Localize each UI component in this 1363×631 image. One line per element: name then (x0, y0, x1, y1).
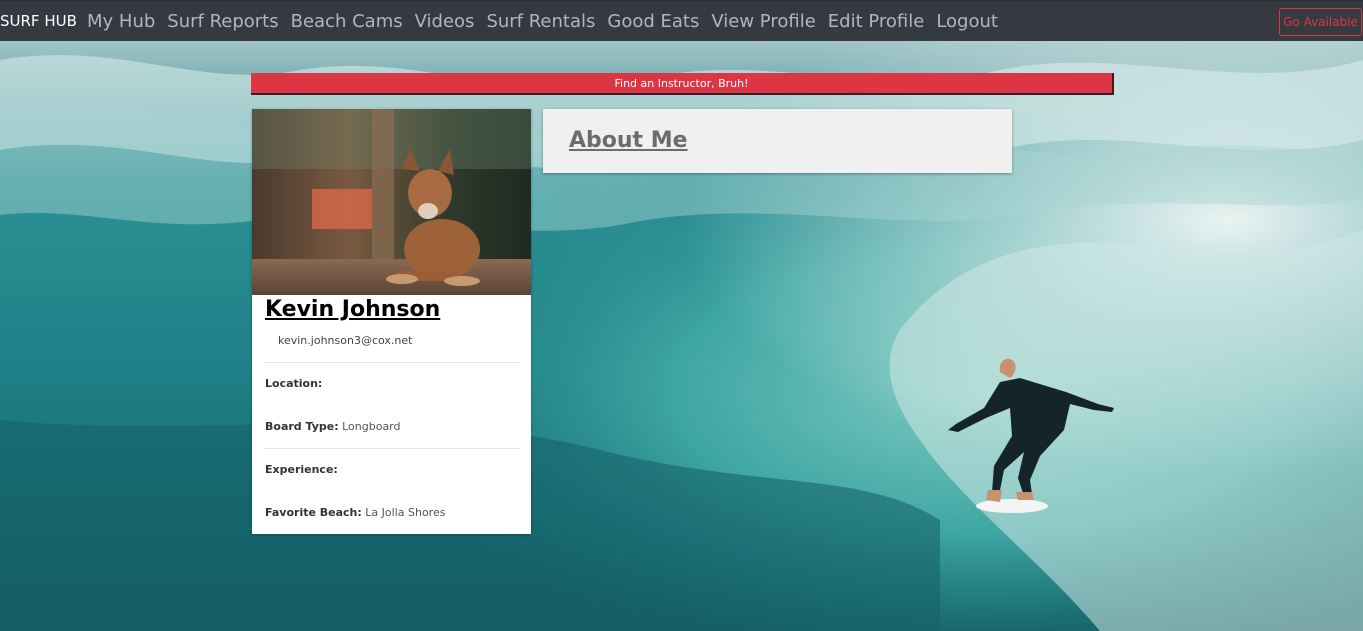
nav-links: My Hub Surf Reports Beach Cams Videos Su… (87, 11, 1010, 32)
top-navbar: SURF HUB My Hub Surf Reports Beach Cams … (0, 0, 1363, 41)
favorite-beach-field: Favorite Beach: La Jolla Shores (265, 506, 445, 519)
profile-photo (252, 109, 531, 295)
card-divider (264, 362, 519, 363)
profile-email: kevin.johnson3@cox.net (278, 334, 413, 347)
nav-logout[interactable]: Logout (936, 11, 998, 32)
nav-beach-cams[interactable]: Beach Cams (291, 11, 403, 32)
board-type-value: Longboard (342, 420, 401, 433)
brand-logo[interactable]: SURF HUB (0, 12, 77, 30)
go-available-button[interactable]: Go Available (1279, 8, 1362, 36)
favorite-beach-label: Favorite Beach: (265, 506, 362, 519)
card-divider (264, 448, 519, 449)
board-type-field: Board Type: Longboard (265, 420, 401, 433)
location-label: Location: (265, 377, 323, 390)
nav-surf-reports[interactable]: Surf Reports (167, 11, 278, 32)
find-instructor-banner[interactable]: Find an Instructor, Bruh! (251, 73, 1114, 95)
nav-surf-rentals[interactable]: Surf Rentals (486, 11, 595, 32)
nav-my-hub[interactable]: My Hub (87, 11, 155, 32)
profile-card: Kevin Johnson kevin.johnson3@cox.net Loc… (252, 109, 531, 534)
experience-field: Experience: (265, 463, 338, 476)
nav-good-eats[interactable]: Good Eats (607, 11, 699, 32)
profile-name: Kevin Johnson (265, 297, 441, 322)
about-me-panel: About Me (543, 109, 1012, 173)
favorite-beach-value: La Jolla Shores (365, 506, 446, 519)
about-me-title[interactable]: About Me (569, 128, 688, 153)
nav-videos[interactable]: Videos (415, 11, 475, 32)
nav-edit-profile[interactable]: Edit Profile (828, 11, 925, 32)
board-type-label: Board Type: (265, 420, 339, 433)
location-field: Location: (265, 377, 322, 390)
nav-view-profile[interactable]: View Profile (711, 11, 815, 32)
experience-label: Experience: (265, 463, 338, 476)
